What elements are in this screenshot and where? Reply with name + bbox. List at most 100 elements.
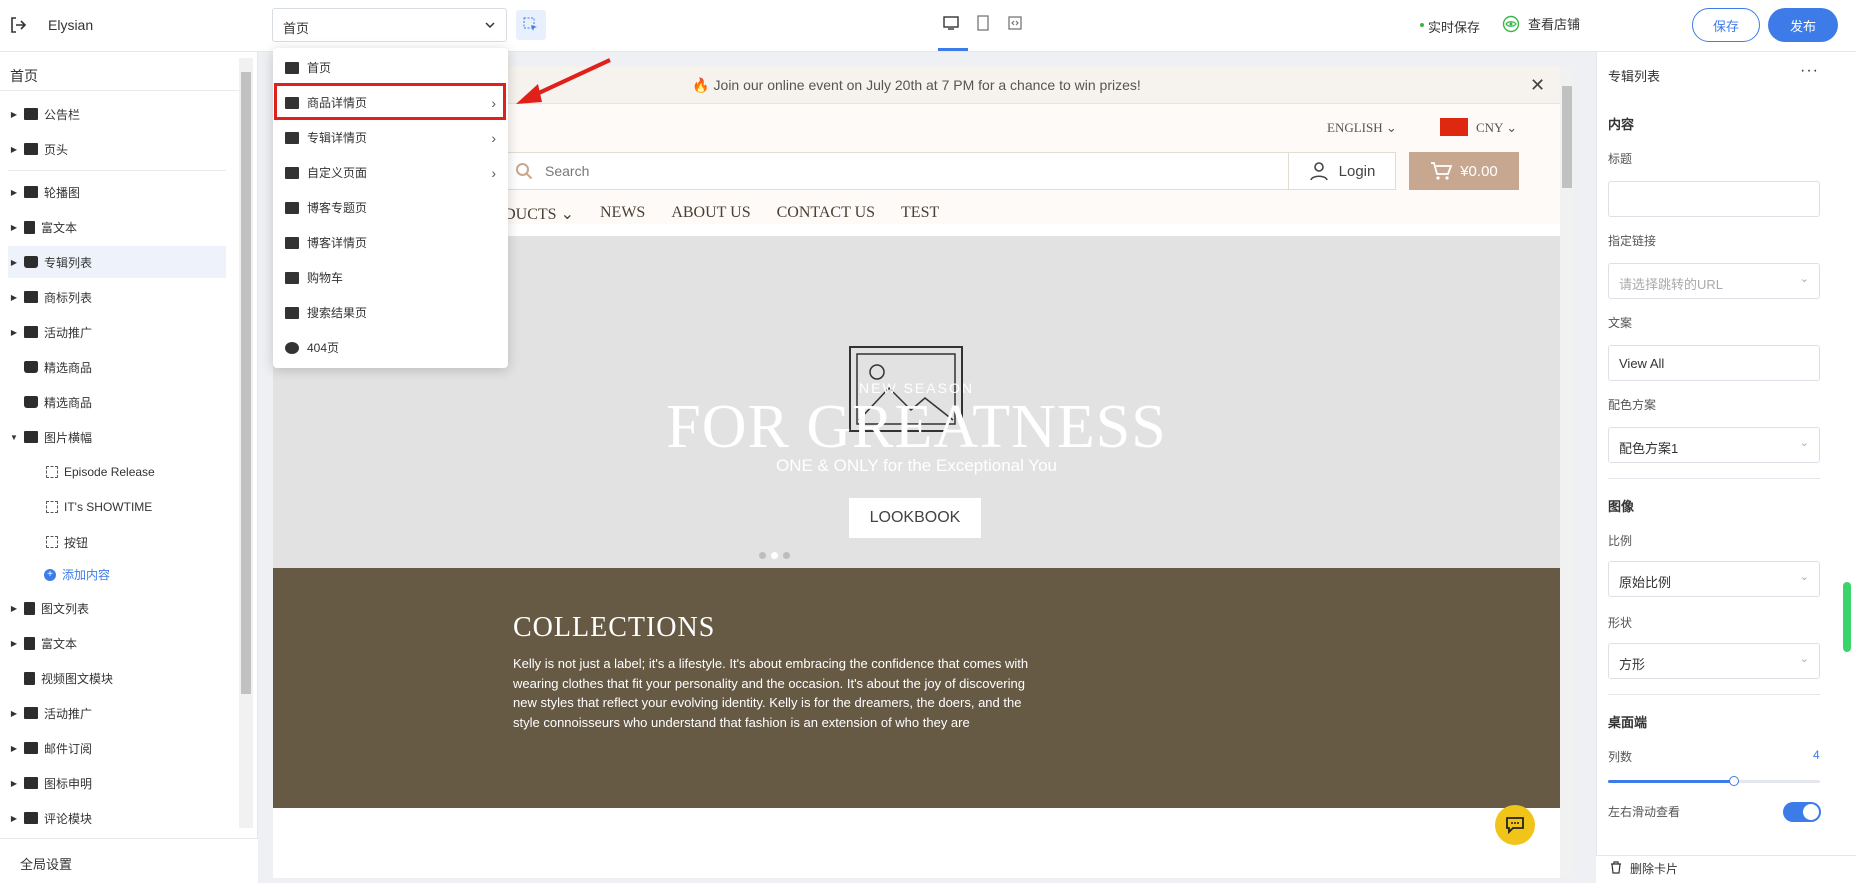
lookbook-button[interactable]: LOOKBOOK [849, 498, 981, 538]
tree-item-newsletter[interactable]: ▶ 邮件订阅 [8, 732, 226, 764]
tree-item-promotion[interactable]: ▶ 活动推广 [8, 316, 226, 348]
dropdown-item-cart[interactable]: 购物车 [273, 260, 508, 295]
block-frame-icon [46, 501, 58, 513]
nav-item-contact[interactable]: CONTACT US [777, 204, 875, 224]
folder-icon [24, 108, 38, 120]
search-placeholder: Search [545, 163, 590, 179]
tree-item-icon-statement[interactable]: ▶ 图标申明 [8, 767, 226, 799]
tree-item-label: 图标申明 [44, 776, 93, 791]
currency-selector[interactable]: CNY ⌄ [1476, 120, 1517, 136]
code-view-button[interactable] [1004, 12, 1026, 34]
dropdown-item-404[interactable]: 404页 [273, 330, 508, 365]
dropdown-item-label: 自定义页面 [307, 166, 368, 180]
caret-right-icon[interactable]: ▶ [8, 293, 20, 302]
tree-item-image-banner[interactable]: ▼ 图片横幅 [8, 421, 226, 453]
save-button[interactable]: 保存 [1692, 8, 1760, 42]
dropdown-item-label: 搜索结果页 [307, 306, 368, 320]
link-select[interactable]: 请选择跳转的URL ⌄ [1608, 263, 1820, 299]
color-scheme-select[interactable]: 配色方案1 ⌄ [1608, 427, 1820, 463]
add-content-button[interactable]: + 添加内容 [44, 566, 110, 583]
canvas-scrollbar-thumb[interactable] [1562, 86, 1572, 188]
tree-item-slideshow[interactable]: ▶ 轮播图 [8, 176, 226, 208]
caret-right-icon[interactable]: ▶ [8, 223, 20, 232]
caret-right-icon[interactable]: ▶ [8, 779, 20, 788]
delete-card-button[interactable]: 删除卡片 [1630, 860, 1678, 877]
dropdown-item-blog-topic[interactable]: 博客专题页 [273, 190, 508, 225]
ratio-select[interactable]: 原始比例 ⌄ [1608, 561, 1820, 597]
tree-item-brand-list[interactable]: ▶ 商标列表 [8, 281, 226, 313]
nav-item-test[interactable]: TEST [901, 204, 939, 224]
caret-right-icon[interactable]: ▶ [8, 188, 20, 197]
close-icon[interactable]: ✕ [1530, 75, 1545, 96]
carousel-dot[interactable] [759, 552, 766, 559]
columns-slider-fill [1608, 780, 1734, 783]
language-label: ENGLISH [1327, 120, 1383, 135]
caret-right-icon[interactable]: ▶ [8, 328, 20, 337]
view-store-link[interactable]: 查看店铺 [1502, 14, 1580, 33]
exit-icon[interactable] [8, 15, 28, 35]
dropdown-item-home[interactable]: 首页 [273, 50, 508, 85]
carousel-dot[interactable] [783, 552, 790, 559]
dropdown-item-custom-page[interactable]: 自定义页面 › [273, 155, 508, 190]
dropdown-item-blog-detail[interactable]: 博客详情页 [273, 225, 508, 260]
left-scrollbar-thumb[interactable] [241, 72, 251, 694]
select-cursor-icon [523, 17, 537, 31]
publish-button[interactable]: 发布 [1768, 8, 1838, 42]
shape-select[interactable]: 方形 ⌄ [1608, 643, 1820, 679]
language-selector[interactable]: ENGLISH ⌄ [1327, 120, 1397, 136]
caret-right-icon[interactable]: ▶ [8, 639, 20, 648]
tree-item-label: 公告栏 [44, 107, 81, 122]
tablet-view-button[interactable] [972, 12, 994, 34]
tree-item-promotion[interactable]: ▶ 活动推广 [8, 697, 226, 729]
desktop-view-button[interactable] [940, 12, 962, 34]
tree-item-featured-products[interactable]: 精选商品 [8, 351, 226, 383]
tree-item-label: 活动推广 [44, 325, 93, 340]
tree-item-image-text-list[interactable]: ▶ 图文列表 [8, 592, 226, 624]
dropdown-item-collection-detail[interactable]: 专辑详情页 › [273, 120, 508, 155]
chat-button[interactable] [1495, 805, 1535, 845]
tree-item-reviews[interactable]: ▶ 评论模块 [8, 802, 226, 834]
search-input[interactable] [501, 152, 1303, 190]
carousel-dot-active[interactable] [771, 552, 778, 559]
caret-right-icon[interactable]: ▶ [8, 744, 20, 753]
caret-right-icon[interactable]: ▶ [8, 258, 20, 267]
field-label: 指定链接 [1608, 234, 1657, 248]
caret-right-icon[interactable]: ▶ [8, 110, 20, 119]
tree-item-rich-text[interactable]: ▶ 富文本 [8, 627, 226, 659]
dropdown-item-search-results[interactable]: 搜索结果页 [273, 295, 508, 330]
tree-child-item[interactable]: Episode Release [42, 456, 226, 488]
element-picker-button[interactable] [516, 10, 546, 40]
page-select[interactable]: 首页 [272, 8, 507, 42]
caret-down-icon[interactable]: ▼ [8, 433, 20, 442]
tree-item-collection-list[interactable]: ▶ 专辑列表 [8, 246, 226, 278]
tree-item-rich-text[interactable]: ▶ 富文本 [8, 211, 226, 243]
tree-item-announcement[interactable]: ▶ 公告栏 [8, 98, 226, 130]
caret-right-icon[interactable]: ▶ [8, 709, 20, 718]
tree-child-item[interactable]: 按钮 [42, 526, 226, 558]
dropdown-item-label: 首页 [307, 61, 332, 75]
caret-right-icon[interactable]: ▶ [8, 604, 20, 613]
store-name: Elysian [48, 17, 94, 33]
title-input[interactable] [1608, 181, 1820, 217]
global-settings-button[interactable]: 全局设置 [0, 838, 258, 883]
columns-slider-handle[interactable] [1729, 776, 1739, 786]
nav-item-news[interactable]: NEWS [600, 204, 645, 224]
tree-item-video-module[interactable]: 视频图文模块 [8, 662, 226, 694]
fire-icon: 🔥 [692, 77, 710, 93]
color-scheme-value: 配色方案1 [1619, 441, 1679, 456]
more-options-icon[interactable]: ··· [1800, 62, 1819, 80]
copy-input[interactable]: View All [1608, 345, 1820, 381]
image-icon [24, 186, 38, 198]
caret-right-icon[interactable]: ▶ [8, 814, 20, 823]
caret-right-icon[interactable]: ▶ [8, 145, 20, 154]
tree-child-item[interactable]: IT's SHOWTIME [42, 491, 226, 523]
tree-item-featured-products[interactable]: 精选商品 [8, 386, 226, 418]
tree-item-header[interactable]: ▶ 页头 [8, 133, 226, 165]
tree-item-label: 活动推广 [44, 706, 93, 721]
cart-button[interactable]: ¥0.00 [1409, 152, 1519, 190]
nav-item-about[interactable]: ABOUT US [671, 204, 750, 224]
eye-icon [1502, 15, 1520, 32]
shopping-bag-icon [24, 396, 38, 408]
login-button[interactable]: Login [1288, 152, 1396, 190]
flag-icon [1440, 118, 1468, 136]
